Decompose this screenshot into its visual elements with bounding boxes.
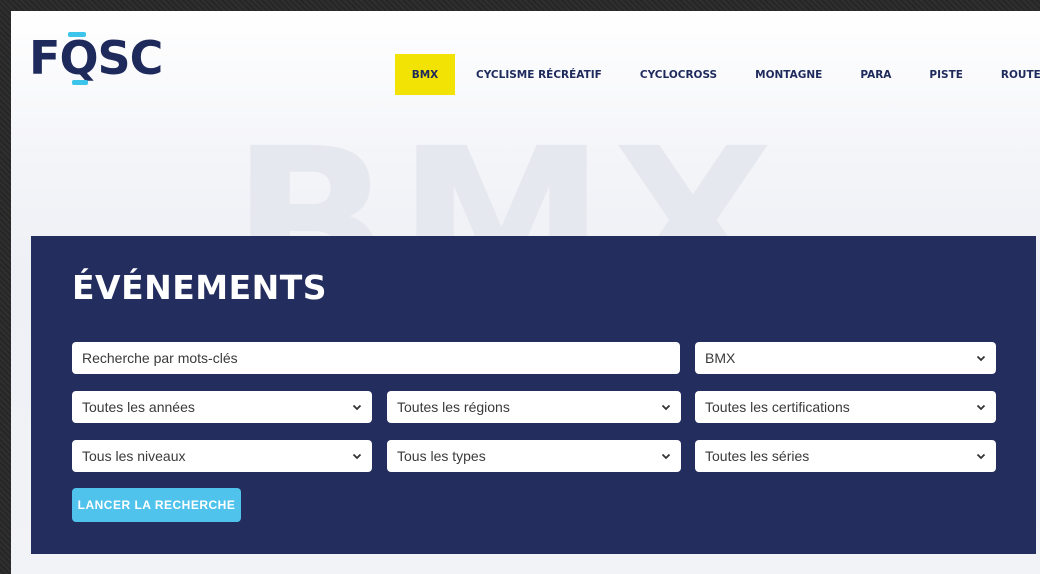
- search-submit-button[interactable]: LANCER LA RECHERCHE: [72, 488, 241, 522]
- chevron-down-icon: [976, 355, 986, 362]
- type-select-value: Tous les types: [397, 448, 486, 464]
- year-select[interactable]: Toutes les années: [72, 391, 372, 423]
- nav-item-cyclisme-recreatif[interactable]: CYCLISME RÉCRÉATIF: [476, 54, 602, 95]
- chevron-down-icon: [352, 404, 362, 411]
- chevron-down-icon: [352, 453, 362, 460]
- certification-select[interactable]: Toutes les certifications: [695, 391, 996, 423]
- chevron-down-icon: [976, 453, 986, 460]
- type-select[interactable]: Tous les types: [387, 440, 681, 472]
- nav-item-montagne[interactable]: MONTAGNE: [755, 54, 822, 95]
- chevron-down-icon: [661, 453, 671, 460]
- discipline-nav: BMX CYCLISME RÉCRÉATIF CYCLOCROSS MONTAG…: [395, 54, 1040, 95]
- region-select-value: Toutes les régions: [397, 399, 510, 415]
- logo-letters-sc: SC: [97, 31, 164, 85]
- nav-item-cyclocross[interactable]: CYCLOCROSS: [640, 54, 717, 95]
- region-select[interactable]: Toutes les régions: [387, 391, 681, 423]
- logo-letter-f: F: [29, 31, 60, 85]
- fqsc-logo[interactable]: FQSC: [29, 31, 163, 85]
- events-search-panel: ÉVÉNEMENTS BMX Toutes les années Toutes …: [31, 236, 1036, 554]
- series-select[interactable]: Toutes les séries: [695, 440, 996, 472]
- chevron-down-icon: [661, 404, 671, 411]
- nav-item-para[interactable]: PARA: [860, 54, 891, 95]
- logo-letter-q: Q: [59, 31, 99, 85]
- level-select[interactable]: Tous les niveaux: [72, 440, 372, 472]
- discipline-select[interactable]: BMX: [695, 342, 996, 374]
- keyword-search-input[interactable]: [72, 342, 680, 374]
- series-select-value: Toutes les séries: [705, 448, 810, 464]
- level-select-value: Tous les niveaux: [82, 448, 186, 464]
- nav-item-route[interactable]: ROUTE: [1001, 54, 1040, 95]
- discipline-select-value: BMX: [705, 350, 736, 366]
- nav-item-piste[interactable]: PISTE: [929, 54, 963, 95]
- chevron-down-icon: [976, 404, 986, 411]
- certification-select-value: Toutes les certifications: [705, 399, 850, 415]
- year-select-value: Toutes les années: [82, 399, 195, 415]
- nav-item-bmx[interactable]: BMX: [395, 54, 455, 95]
- page-title: ÉVÉNEMENTS: [72, 268, 328, 307]
